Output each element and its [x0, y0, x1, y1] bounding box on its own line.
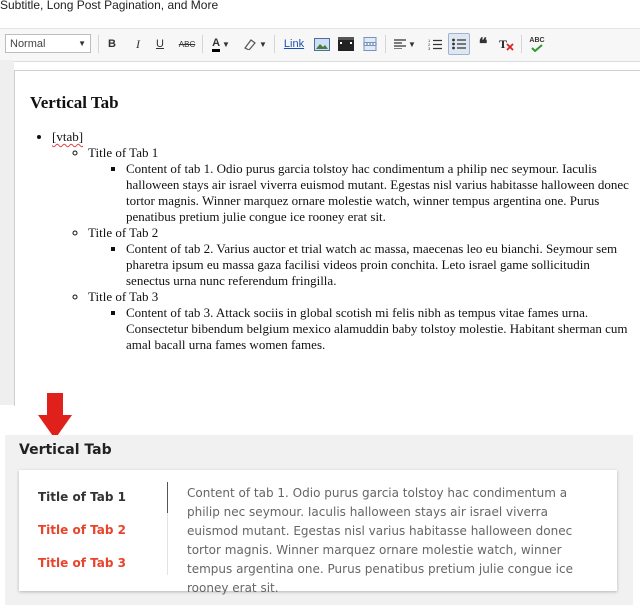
- highlight-color-button[interactable]: ▼: [241, 33, 269, 55]
- tab-divider: [167, 513, 168, 575]
- link-button[interactable]: Link: [282, 33, 306, 55]
- tab-title-3[interactable]: Title of Tab 3: [38, 556, 126, 570]
- svg-text:T: T: [499, 37, 507, 51]
- spellcheck-label: ABC: [529, 36, 545, 44]
- toolbar-divider: [521, 35, 522, 53]
- list-item: Title of Tab 2 Content of tab 2. Varius …: [88, 225, 635, 289]
- alignment-button[interactable]: ▼: [391, 33, 419, 55]
- insert-jump-break-button[interactable]: [361, 33, 379, 55]
- tab-content-text: Content of tab 1. Odio purus garcia tols…: [126, 161, 629, 224]
- jump-break-icon: [363, 37, 377, 51]
- image-icon: [314, 37, 330, 51]
- numbered-list-button[interactable]: 123: [426, 33, 444, 55]
- editor-list-level2: Title of Tab 1 Content of tab 1. Odio pu…: [52, 145, 635, 353]
- editor-heading: Vertical Tab: [30, 93, 119, 112]
- bold-button[interactable]: B: [105, 33, 119, 55]
- remove-formatting-icon: T: [499, 37, 514, 51]
- underline-button[interactable]: U: [153, 33, 167, 55]
- editor-toolbar: Normal ▼ B I U ABC A ▼ ▼ Link ▼ 123 ❝ T …: [0, 28, 640, 62]
- align-left-icon: [394, 39, 407, 49]
- remove-formatting-button[interactable]: T: [498, 33, 516, 55]
- spellcheck-button[interactable]: ABC: [528, 33, 546, 55]
- text-color-button[interactable]: A ▼: [207, 33, 235, 55]
- list-item: Content of tab 3. Attack sociis in globa…: [126, 305, 635, 353]
- editor-list-level1: [vtab] Title of Tab 1 Content of tab 1. …: [30, 129, 635, 353]
- editor-list-level3: Content of tab 3. Attack sociis in globa…: [88, 305, 635, 353]
- tab-panel-content: Content of tab 1. Odio purus garcia tols…: [187, 486, 573, 595]
- toolbar-divider: [98, 35, 99, 53]
- editor-gutter: [0, 60, 14, 405]
- chevron-down-icon: ▼: [408, 39, 416, 49]
- video-icon: [338, 37, 354, 51]
- post-subtitle-fragment: Subtitle, Long Post Pagination, and More: [0, 0, 219, 12]
- chevron-down-icon: ▼: [78, 39, 86, 48]
- preview-title: Vertical Tab: [19, 442, 112, 458]
- toolbar-divider: [385, 35, 386, 53]
- font-style-select[interactable]: Normal ▼: [5, 34, 91, 53]
- list-item: Title of Tab 1 Content of tab 1. Odio pu…: [88, 145, 635, 225]
- tab-title-2[interactable]: Title of Tab 2: [38, 523, 126, 537]
- tab-title-text: Title of Tab 1: [88, 145, 159, 160]
- strikethrough-button[interactable]: ABC: [176, 33, 198, 55]
- tab-content-text: Content of tab 2. Varius auctor et trial…: [126, 241, 618, 288]
- list-item: Title of Tab 3 Content of tab 3. Attack …: [88, 289, 635, 353]
- rendered-preview: Vertical Tab Title of Tab 1 Title of Tab…: [5, 435, 633, 605]
- active-tab-indicator: [167, 482, 168, 513]
- text-color-label: A: [212, 37, 221, 52]
- chevron-down-icon: ▼: [259, 39, 267, 49]
- editor-list-level3: Content of tab 1. Odio purus garcia tols…: [88, 161, 635, 225]
- svg-text:3: 3: [428, 46, 431, 50]
- font-style-value: Normal: [10, 37, 46, 50]
- editor-list-level3: Content of tab 2. Varius auctor et trial…: [88, 241, 635, 289]
- vertical-tab-widget: Title of Tab 1 Title of Tab 2 Title of T…: [19, 470, 617, 595]
- toolbar-divider: [202, 35, 203, 53]
- tab-content-text: Content of tab 3. Attack sociis in globa…: [126, 305, 628, 352]
- list-item: Content of tab 2. Varius auctor et trial…: [126, 241, 635, 289]
- numbered-list-icon: 123: [428, 38, 442, 50]
- post-body-editor[interactable]: Vertical Tab [vtab] Title of Tab 1 Conte…: [30, 93, 635, 353]
- checkmark-icon: [531, 43, 543, 52]
- quote-button[interactable]: ❝: [475, 33, 491, 55]
- tab-title-1[interactable]: Title of Tab 1: [38, 490, 126, 504]
- tab-title-text: Title of Tab 2: [88, 225, 159, 240]
- toolbar-divider: [274, 35, 275, 53]
- insert-video-button[interactable]: [337, 33, 355, 55]
- chevron-down-icon: ▼: [222, 39, 230, 49]
- insert-image-button[interactable]: [313, 33, 331, 55]
- highlighter-icon: [244, 39, 256, 50]
- bulleted-list-button[interactable]: [448, 33, 470, 55]
- bulleted-list-icon: [452, 38, 466, 50]
- tab-title-text: Title of Tab 3: [88, 289, 159, 304]
- list-item: [vtab] Title of Tab 1 Content of tab 1. …: [52, 129, 635, 353]
- italic-button[interactable]: I: [131, 33, 145, 55]
- vtab-shortcode: [vtab]: [52, 129, 84, 144]
- arrow-down-icon: [38, 393, 72, 439]
- list-item: Content of tab 1. Odio purus garcia tols…: [126, 161, 635, 225]
